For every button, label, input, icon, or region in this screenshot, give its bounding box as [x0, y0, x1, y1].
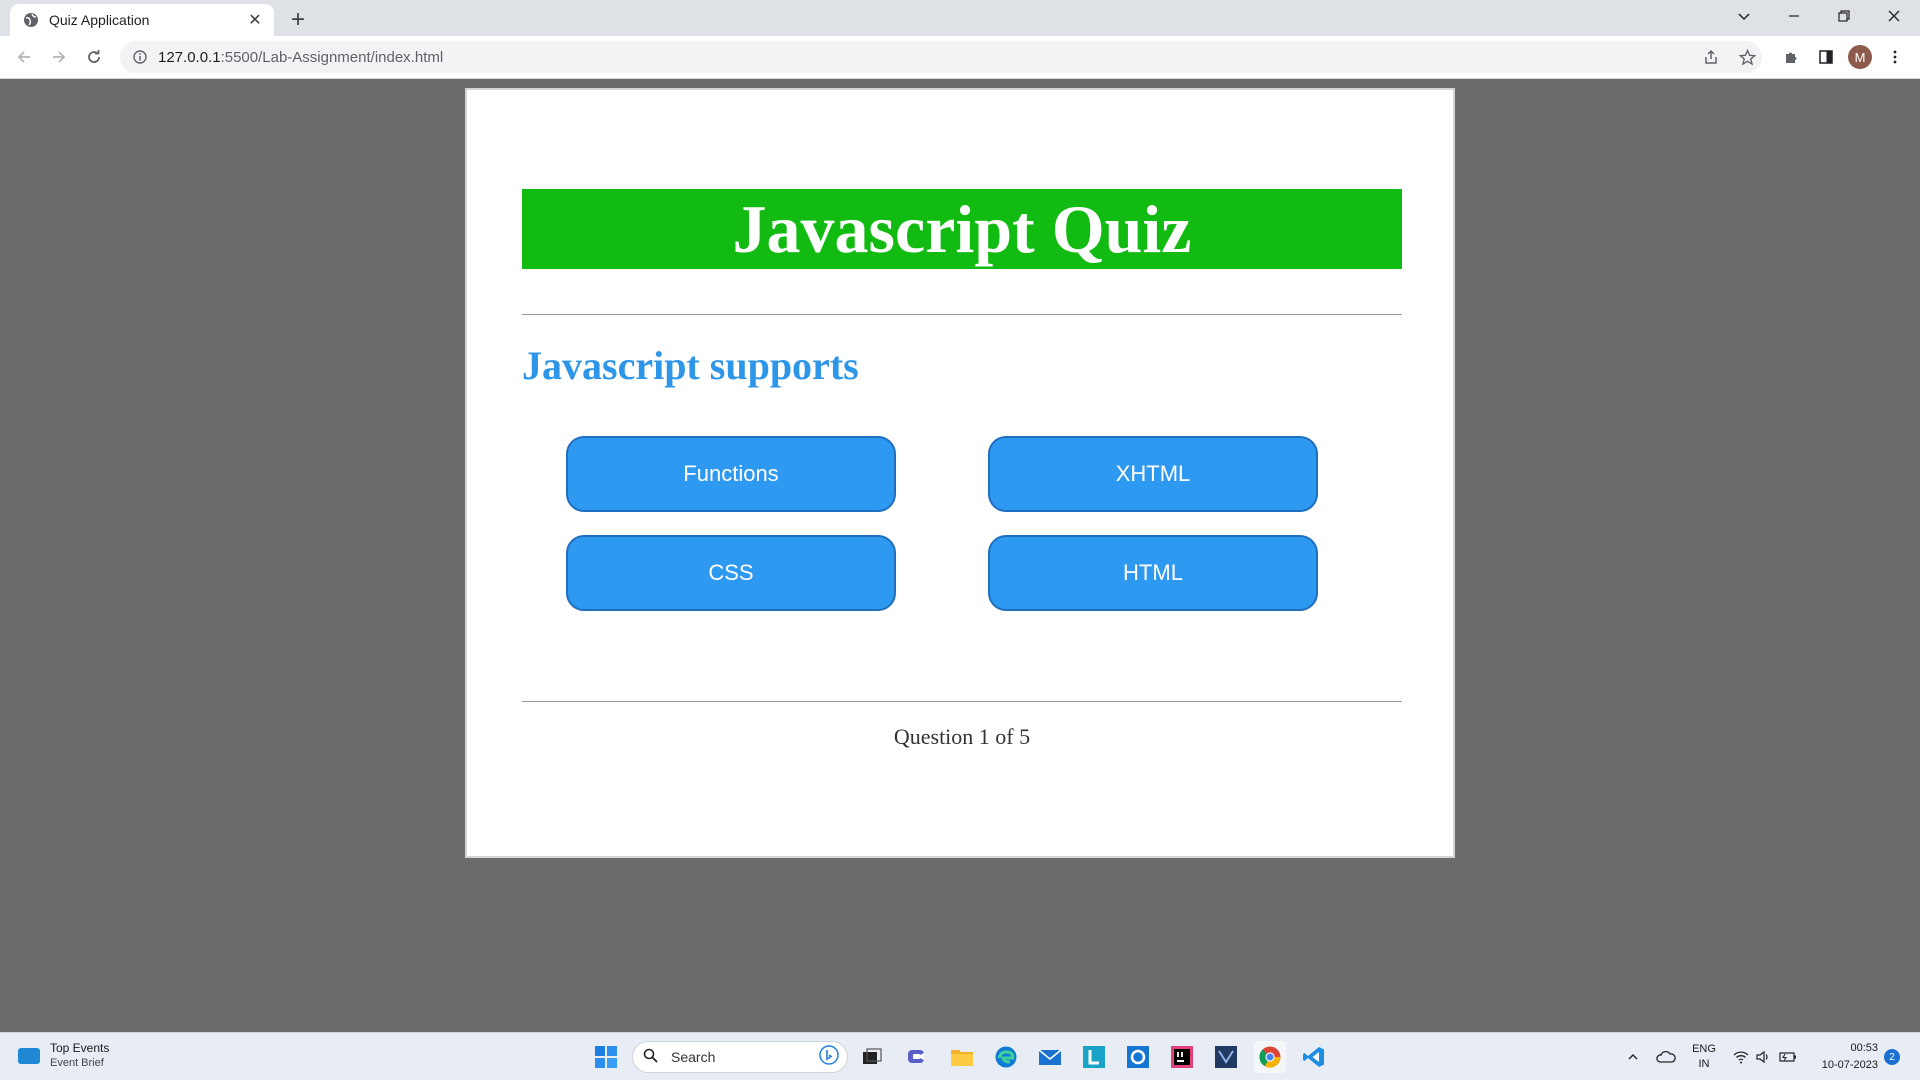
- quiz-header: Javascript Quiz: [522, 189, 1402, 269]
- clock-date: 10-07-2023: [1821, 1059, 1878, 1071]
- minimize-icon[interactable]: [1772, 0, 1816, 32]
- taskbar: Top Events Event Brief Search ENG IN 00:…: [0, 1032, 1920, 1080]
- reload-icon: [88, 50, 100, 63]
- language-indicator[interactable]: ENG IN: [1688, 1033, 1720, 1080]
- language-code: ENG: [1692, 1043, 1716, 1055]
- clock-time: 00:53: [1850, 1042, 1878, 1054]
- back-button[interactable]: [10, 43, 38, 71]
- tab-title: Quiz Application: [49, 12, 150, 28]
- side-panel-icon[interactable]: [1813, 44, 1839, 70]
- url-host: 127.0.0.1: [158, 48, 221, 66]
- teams-chat-icon[interactable]: [902, 1041, 934, 1073]
- restore-icon[interactable]: [1822, 0, 1866, 32]
- option-button-1[interactable]: Functions: [566, 436, 896, 512]
- widget-title: Top Events: [50, 1041, 110, 1055]
- reload-button[interactable]: [80, 43, 108, 71]
- edge-browser-icon[interactable]: [990, 1041, 1022, 1073]
- option-button-3[interactable]: CSS: [566, 535, 896, 611]
- info-icon[interactable]: [132, 49, 148, 65]
- search-icon: [643, 1048, 663, 1067]
- share-icon[interactable]: [1698, 44, 1724, 70]
- battery-icon[interactable]: [1776, 1033, 1800, 1080]
- close-window-icon[interactable]: [1872, 0, 1916, 32]
- top-divider: [522, 314, 1402, 315]
- arrow-right-icon: [53, 51, 66, 63]
- bing-icon: [819, 1044, 839, 1070]
- chrome-icon[interactable]: [1254, 1041, 1286, 1073]
- volume-icon[interactable]: [1752, 1033, 1774, 1080]
- search-label: Search: [671, 1049, 716, 1065]
- intellij-icon[interactable]: [1166, 1041, 1198, 1073]
- task-view-icon[interactable]: [856, 1041, 888, 1073]
- taskbar-search[interactable]: Search: [632, 1041, 848, 1073]
- bookmark-star-icon[interactable]: [1734, 44, 1760, 70]
- mail-icon[interactable]: [1034, 1041, 1066, 1073]
- cortana-app-icon[interactable]: [1122, 1041, 1154, 1073]
- tab-search-icon[interactable]: [1722, 0, 1766, 32]
- extensions-puzzle-icon[interactable]: [1778, 44, 1804, 70]
- quiz-title: Javascript Quiz: [732, 191, 1192, 267]
- bottom-divider: [522, 701, 1402, 702]
- news-widget-icon: [18, 1048, 40, 1064]
- question-progress: Question 1 of 5: [893, 724, 1031, 749]
- show-hidden-icons[interactable]: [1622, 1033, 1644, 1080]
- vscode-icon[interactable]: [1298, 1041, 1330, 1073]
- widget-subtitle: Event Brief: [50, 1057, 104, 1069]
- question-text: Javascript supports: [522, 343, 859, 388]
- profile-avatar[interactable]: M: [1848, 45, 1872, 69]
- close-tab-icon[interactable]: ✕: [244, 9, 266, 31]
- more-menu-icon[interactable]: [1882, 44, 1908, 70]
- region-code: IN: [1698, 1058, 1710, 1070]
- quiz-card: Javascript Quiz Javascript supports Func…: [465, 88, 1455, 858]
- browser-tab-quiz-application[interactable]: Quiz Application ✕: [10, 4, 274, 36]
- vs-app-icon[interactable]: [1210, 1041, 1242, 1073]
- widgets-button[interactable]: Top Events Event Brief: [18, 1041, 109, 1071]
- arrow-left-icon: [17, 51, 30, 63]
- new-tab-button[interactable]: +: [284, 6, 312, 34]
- url-path: :5500/Lab-Assignment/index.html: [220, 48, 444, 66]
- windows-start-icon[interactable]: [590, 1041, 622, 1073]
- l-app-icon[interactable]: [1078, 1041, 1110, 1073]
- browser-toolbar: 127.0.0.1:5500/Lab-Assignment/index.html…: [0, 36, 1920, 79]
- option-button-2[interactable]: XHTML: [988, 436, 1318, 512]
- system-clock[interactable]: 00:53 10-07-2023: [1804, 1033, 1878, 1080]
- wifi-icon[interactable]: [1730, 1033, 1752, 1080]
- tab-strip: Quiz Application ✕ +: [0, 0, 1920, 36]
- url-text[interactable]: 127.0.0.1:5500/Lab-Assignment/index.html: [158, 49, 443, 66]
- globe-icon: [23, 12, 39, 28]
- notification-badge[interactable]: 2: [1884, 1049, 1900, 1065]
- address-bar[interactable]: 127.0.0.1:5500/Lab-Assignment/index.html: [120, 41, 1762, 73]
- option-button-4[interactable]: HTML: [988, 535, 1318, 611]
- forward-button[interactable]: [45, 43, 73, 71]
- onedrive-cloud-icon[interactable]: [1652, 1033, 1680, 1080]
- file-explorer-icon[interactable]: [946, 1041, 978, 1073]
